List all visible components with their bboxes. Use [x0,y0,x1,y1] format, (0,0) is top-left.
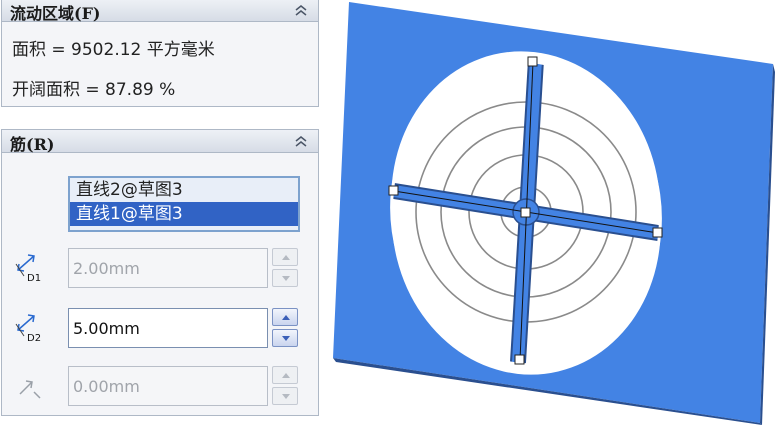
dimension-d1-icon: D1 [15,254,41,282]
arrow-up-icon [282,255,290,260]
property-manager-panel: 流动区域(F) 面积 = 9502.12 平方毫米 开阔面积 = 87.89 %… [0,0,322,425]
area-readout: 面积 = 9502.12 平方毫米 [12,40,215,60]
spin-down-button[interactable] [272,269,298,287]
rib-title: 筋(R) [10,135,55,154]
endpoint-handle[interactable] [527,56,538,67]
double-chevron-up-icon[interactable] [294,135,308,147]
endpoint-handle[interactable] [388,185,399,196]
svg-text:D2: D2 [27,333,41,342]
list-item[interactable]: 直线2@草图3 [70,178,298,202]
endpoint-handle[interactable] [514,354,525,365]
flow-area-section: 流动区域(F) 面积 = 9502.12 平方毫米 开阔面积 = 87.89 % [1,0,319,107]
center-handle[interactable] [520,207,531,218]
d1-thickness-input[interactable] [68,248,268,288]
spin-down-button[interactable] [272,329,298,347]
spin-up-button[interactable] [272,248,298,266]
dimension-d2-icon: D2 [15,314,41,342]
graphics-viewport[interactable] [326,0,775,425]
arrow-down-icon [282,276,290,281]
offset-arrow-icon [19,380,41,399]
d2-thickness-input[interactable] [68,308,268,348]
double-chevron-up-icon[interactable] [294,4,308,16]
spin-up-button[interactable] [272,308,298,326]
endpoint-handle[interactable] [652,227,663,238]
open-area-readout: 开阔面积 = 87.89 % [12,80,176,100]
rib-entities-list[interactable]: 直线2@草图3 直线1@草图3 [68,176,300,232]
list-item-selected[interactable]: 直线1@草图3 [70,202,298,226]
rib-section: 筋(R) 直线2@草图3 直线1@草图3 D1 2.00mm D2 5.00mm… [1,129,319,416]
arrow-up-icon [282,315,290,320]
flow-area-title: 流动区域(F) [10,4,101,23]
spin-up-button[interactable] [272,366,298,384]
vent-model[interactable] [326,0,775,425]
d1-spinner[interactable] [272,248,298,288]
spin-down-button[interactable] [272,387,298,405]
arrow-down-icon [282,336,290,341]
arrow-down-icon [282,394,290,399]
d2-spinner[interactable] [272,308,298,348]
svg-text:D1: D1 [27,273,41,282]
offset-spinner[interactable] [272,366,298,406]
rib-header[interactable]: 筋(R) [2,130,318,154]
arrow-up-icon [282,373,290,378]
offset-input[interactable] [68,366,268,406]
flow-area-header[interactable]: 流动区域(F) [2,0,318,23]
